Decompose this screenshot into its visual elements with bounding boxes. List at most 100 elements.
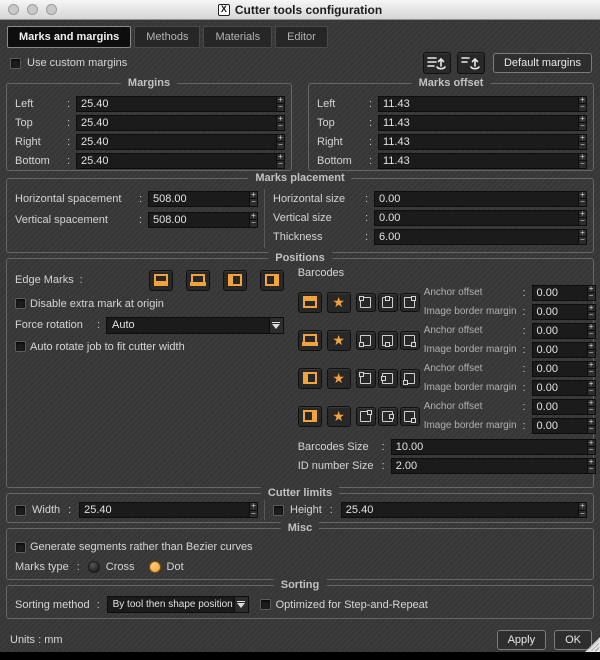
anchor-bottom-center-button[interactable] — [377, 330, 398, 350]
barcode-edge-left-button[interactable] — [297, 367, 322, 389]
save-margins-preset-button[interactable] — [422, 52, 451, 74]
margin-bottom-field[interactable]: 25.40 + − — [76, 152, 285, 169]
spin-down-button[interactable]: − — [578, 123, 587, 131]
default-margins-button[interactable]: Default margins — [492, 53, 592, 73]
spin-up-button[interactable]: + — [586, 457, 596, 466]
spin-up-button[interactable]: + — [578, 114, 587, 123]
generate-segments-checkbox[interactable] — [15, 541, 26, 553]
spin-down-button[interactable]: − — [586, 293, 596, 301]
edge-mark-bottom-button[interactable] — [148, 269, 173, 291]
spin-down-button[interactable]: − — [249, 510, 258, 518]
offset-left-field[interactable]: 11.43 + − — [378, 95, 587, 112]
edge-mark-left-button[interactable] — [222, 269, 247, 291]
spin-up-button[interactable]: + — [586, 379, 596, 388]
image-border-margin-bottom-value[interactable]: 0.00 — [531, 341, 587, 358]
image-border-margin-right-field[interactable]: 0.00 + − — [531, 417, 596, 434]
spin-down-button[interactable]: − — [249, 220, 258, 228]
margin-top-field[interactable]: 25.40 + − — [76, 114, 285, 131]
spin-up-button[interactable]: + — [578, 228, 587, 237]
horizontal-size-field[interactable]: 0.00 + − — [374, 190, 587, 207]
offset-bottom-field[interactable]: 11.43 + − — [378, 152, 587, 169]
spin-down-button[interactable]: − — [586, 350, 596, 358]
spin-down-button[interactable]: − — [586, 407, 596, 415]
spin-down-button[interactable]: − — [586, 388, 596, 396]
spin-up-button[interactable]: + — [586, 322, 596, 331]
barcodes-size-field[interactable]: 10.00 + − — [390, 438, 596, 455]
auto-rotate-checkbox[interactable] — [15, 341, 26, 352]
width-limit-field[interactable]: 25.40 + − — [79, 502, 258, 518]
anchor-left-top-button[interactable] — [355, 368, 376, 388]
anchor-right-bottom-button[interactable] — [399, 406, 420, 426]
spin-down-button[interactable]: − — [276, 142, 285, 150]
edge-mark-right-button[interactable] — [259, 269, 284, 291]
anchor-offset-left-value[interactable]: 0.00 — [531, 360, 587, 377]
anchor-bottom-left-button[interactable] — [355, 330, 376, 350]
margin-left-field[interactable]: 25.40 + − — [76, 95, 285, 112]
spin-down-button[interactable]: − — [276, 123, 285, 131]
barcode-star-top-button[interactable]: ★ — [326, 291, 351, 313]
sorting-method-select[interactable]: By tool then shape position — [106, 596, 249, 613]
anchor-top-right-button[interactable] — [399, 292, 420, 312]
tab-materials[interactable]: Materials — [203, 26, 273, 48]
spin-down-button[interactable]: − — [578, 142, 587, 150]
spin-up-button[interactable]: + — [578, 502, 587, 511]
anchor-bottom-right-button[interactable] — [399, 330, 420, 350]
vertical-spacement-field[interactable]: 508.00 + − — [148, 211, 258, 228]
spin-up-button[interactable]: + — [578, 209, 587, 218]
spin-up-button[interactable]: + — [586, 284, 596, 293]
spin-down-button[interactable]: − — [586, 331, 596, 339]
spin-down-button[interactable]: − — [578, 237, 587, 245]
barcode-star-bottom-button[interactable]: ★ — [326, 329, 351, 351]
height-limit-value[interactable]: 25.40 — [340, 502, 578, 518]
minimize-window-button[interactable] — [27, 4, 38, 15]
vertical-size-value[interactable]: 0.00 — [374, 209, 578, 226]
anchor-offset-left-field[interactable]: 0.00 + − — [531, 360, 596, 377]
image-border-margin-top-field[interactable]: 0.00 + − — [531, 303, 596, 320]
width-limit-checkbox[interactable] — [15, 504, 26, 516]
spin-up-button[interactable]: + — [586, 398, 596, 407]
image-border-margin-left-value[interactable]: 0.00 — [531, 379, 587, 396]
tab-editor[interactable]: Editor — [275, 26, 328, 48]
offset-left-value[interactable]: 11.43 — [378, 95, 578, 112]
anchor-offset-right-value[interactable]: 0.00 — [531, 398, 587, 415]
spin-down-button[interactable]: − — [586, 466, 596, 474]
margin-top-value[interactable]: 25.40 — [76, 114, 276, 131]
barcode-edge-bottom-button[interactable] — [297, 329, 322, 351]
spin-up-button[interactable]: + — [276, 133, 285, 142]
spin-up-button[interactable]: + — [276, 95, 285, 104]
anchor-offset-top-field[interactable]: 0.00 + − — [531, 284, 596, 301]
horizontal-spacement-field[interactable]: 508.00 + − — [148, 190, 258, 207]
tab-marks-and-margins[interactable]: Marks and margins — [7, 26, 132, 48]
edge-mark-bottom-outside-button[interactable] — [185, 269, 210, 291]
offset-top-field[interactable]: 11.43 + − — [378, 114, 587, 131]
spin-up-button[interactable]: + — [276, 114, 285, 123]
anchor-top-left-button[interactable] — [355, 292, 376, 312]
marks-type-dot-radio[interactable] — [148, 560, 161, 573]
vertical-spacement-value[interactable]: 508.00 — [148, 211, 249, 228]
margin-bottom-value[interactable]: 25.40 — [76, 152, 276, 169]
thickness-field[interactable]: 6.00 + − — [374, 228, 587, 245]
id-number-size-value[interactable]: 2.00 — [390, 457, 587, 474]
spin-up-button[interactable]: + — [586, 438, 596, 447]
spin-down-button[interactable]: − — [578, 199, 587, 207]
spin-down-button[interactable]: − — [586, 369, 596, 377]
zoom-window-button[interactable] — [46, 4, 57, 15]
spin-up-button[interactable]: + — [249, 211, 258, 220]
spin-up-button[interactable]: + — [586, 341, 596, 350]
apply-button[interactable]: Apply — [496, 630, 547, 650]
spin-up-button[interactable]: + — [249, 502, 258, 511]
thickness-value[interactable]: 6.00 — [374, 228, 578, 245]
spin-down-button[interactable]: − — [276, 161, 285, 169]
tab-methods[interactable]: Methods — [134, 26, 201, 48]
width-limit-value[interactable]: 25.40 — [79, 502, 249, 518]
anchor-offset-bottom-value[interactable]: 0.00 — [531, 322, 587, 339]
spin-down-button[interactable]: − — [578, 104, 587, 112]
spin-up-button[interactable]: + — [586, 360, 596, 369]
anchor-offset-bottom-field[interactable]: 0.00 + − — [531, 322, 596, 339]
load-margins-preset-button[interactable] — [456, 52, 485, 74]
id-number-size-field[interactable]: 2.00 + − — [390, 457, 596, 474]
margin-right-value[interactable]: 25.40 — [76, 133, 276, 150]
spin-down-button[interactable]: − — [586, 447, 596, 455]
horizontal-spacement-value[interactable]: 508.00 — [148, 190, 249, 207]
height-limit-checkbox[interactable] — [273, 504, 284, 516]
